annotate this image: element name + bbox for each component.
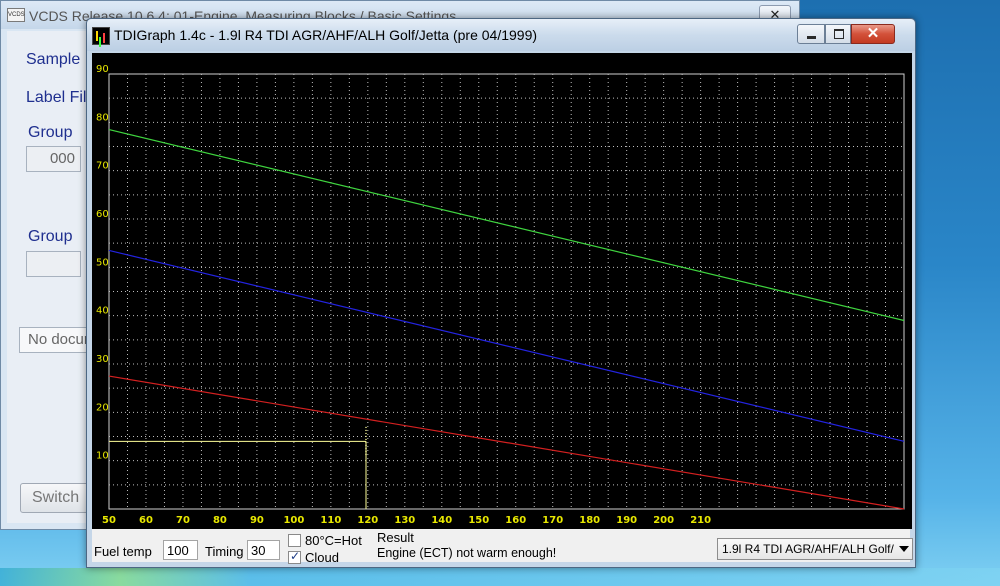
close-button[interactable]: ✕ [851,24,895,44]
x-tick-label: 190 [616,515,637,526]
timing-label: Timing [205,544,244,559]
x-tick-label: 170 [542,515,563,526]
series-line-1 [108,128,905,322]
vcds-group1-label: Group [28,124,73,141]
vcds-document-field[interactable]: No docur [19,327,91,353]
y-tick-label: 60 [96,209,109,220]
result-group: Result Engine (ECT) not warm enough! [373,530,703,569]
result-title: Result [377,530,414,545]
y-tick-label: 90 [96,64,109,75]
x-tick-label: 150 [468,515,489,526]
y-tick-label: 40 [96,306,109,317]
x-tick-label: 120 [357,515,378,526]
graph-cursor [109,426,367,509]
graph-tick-labels: 10 20 30 40 50 60 70 80 90 50 60 70 80 90 100 110 120 130… [96,64,711,526]
maximize-button[interactable] [825,24,851,44]
y-tick-label: 80 [96,112,109,123]
tdigraph-window-title: TDIGraph 1.4c - 1.9l R4 TDI AGR/AHF/ALH … [114,27,538,43]
x-tick-label: 130 [394,515,415,526]
fuel-temp-input[interactable] [163,540,198,560]
series-line-2 [108,249,905,442]
x-tick-label: 200 [653,515,674,526]
model-select[interactable]: 1.9l R4 TDI AGR/AHF/ALH Golf/Jetta (pre … [717,538,913,560]
x-tick-label: 210 [690,515,711,526]
minimize-button[interactable] [797,24,825,44]
x-tick-label: 80 [213,515,227,526]
y-tick-label: 50 [96,257,109,268]
hot-checkbox-label: 80°C=Hot [305,533,362,548]
x-tick-label: 60 [139,515,153,526]
x-tick-label: 90 [250,515,264,526]
tdigraph-window: TDIGraph 1.4c - 1.9l R4 TDI AGR/AHF/ALH … [86,18,916,568]
x-tick-label: 180 [579,515,600,526]
y-tick-label: 30 [96,354,109,365]
tdigraph-titlebar[interactable]: TDIGraph 1.4c - 1.9l R4 TDI AGR/AHF/ALH … [87,19,915,51]
timing-graph-svg: 10 20 30 40 50 60 70 80 90 50 60 70 80 90 100 110 120 130… [96,64,905,526]
cloud-checkbox-label: Cloud [305,550,339,565]
model-select-value: 1.9l R4 TDI AGR/AHF/ALH Golf/Jetta (pre … [722,542,894,556]
y-tick-label: 10 [96,451,109,462]
vcds-group2-label: Group [28,228,73,245]
result-text: Engine (ECT) not warm enough! [377,546,557,560]
vcds-switch-button[interactable]: Switch [20,483,92,513]
series-line-3 [108,375,905,510]
graph-app-icon [92,27,110,45]
graph-series [108,128,905,510]
fuel-temp-label: Fuel temp [94,544,152,559]
timing-graph[interactable]: 10 20 30 40 50 60 70 80 90 50 60 70 80 90 100 110 120 130… [92,53,912,529]
hot-checkbox[interactable] [288,534,301,547]
chevron-down-icon[interactable] [899,546,909,552]
desktop-strip [0,568,1000,586]
y-tick-label: 70 [96,161,109,172]
x-tick-label: 140 [431,515,452,526]
vcds-sample-label: Sample [26,51,81,68]
cloud-checkbox[interactable] [288,549,301,564]
timing-input[interactable] [247,540,280,560]
x-tick-label: 110 [320,515,341,526]
tdigraph-client-area: 10 20 30 40 50 60 70 80 90 50 60 70 80 90 100 110 120 130… [92,53,913,565]
vcds-label-file-label: Label Fil [26,89,87,106]
x-tick-label: 160 [505,515,526,526]
x-tick-label: 70 [176,515,190,526]
x-tick-label: 50 [102,515,116,526]
x-tick-label: 100 [283,515,304,526]
vcds-app-icon: VCDS [7,8,25,22]
vcds-group1-field[interactable]: 000 [26,146,81,172]
vcds-group2-field[interactable] [26,251,81,277]
y-tick-label: 20 [96,402,109,413]
